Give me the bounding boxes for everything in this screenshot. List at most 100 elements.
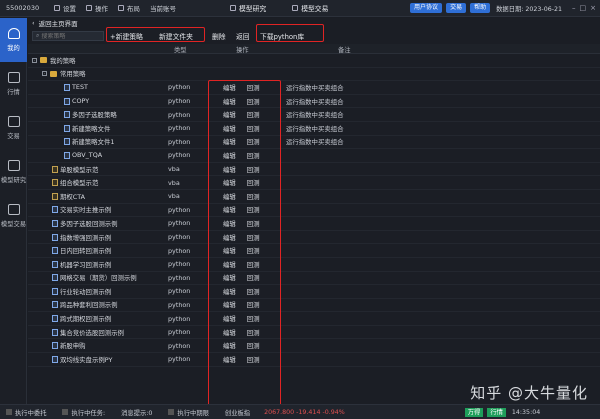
python-file-icon <box>64 138 70 146</box>
tree-root[interactable]: - 我的策略 <box>28 54 600 68</box>
nav-model-research[interactable]: 模型研究 <box>0 150 27 194</box>
trade-icon <box>292 5 299 11</box>
strategy-type: python <box>168 137 191 146</box>
strategy-row[interactable]: 期权CTA vba 编辑 回测 <box>28 190 600 204</box>
strategy-type: python <box>168 300 191 309</box>
search-input[interactable] <box>41 32 98 40</box>
left-nav: 我的 行情 交易 模型研究 模型交易 <box>0 18 27 404</box>
back-button[interactable]: 返回 <box>236 31 250 41</box>
strategy-row[interactable]: 交易实时主推示例 python 编辑 回测 <box>28 204 600 218</box>
col-type: 类型 <box>174 47 187 54</box>
strategy-row[interactable]: 机器学习回测示例 python 编辑 回测 <box>28 258 600 272</box>
vba-file-icon <box>52 192 58 200</box>
python-file-icon <box>52 274 58 282</box>
strategy-type: python <box>168 328 191 337</box>
col-action: 操作 <box>236 47 249 54</box>
new-folder-button[interactable]: 新建文件夹 <box>159 31 193 41</box>
strategy-row[interactable]: COPY python 编辑 回测 运行指数中买卖组合 <box>28 95 600 109</box>
strategy-name: 网格交易（期货）回测示例 <box>60 274 137 283</box>
orders-icon <box>6 409 12 415</box>
delete-button[interactable]: 删除 <box>212 31 226 41</box>
strategy-type: python <box>168 314 191 323</box>
tab-model-research[interactable]: 模型研究 <box>230 3 266 13</box>
strategy-row[interactable]: 行业轮动回测示例 python 编辑 回测 <box>28 285 600 299</box>
trade-button[interactable]: 交易 <box>446 3 467 13</box>
status-messages[interactable]: 消息提示:0 <box>121 408 152 417</box>
menu-account[interactable]: 当前账号 <box>150 3 176 13</box>
minimize-icon[interactable]: – <box>572 4 576 12</box>
strategy-name: COPY <box>72 97 90 106</box>
model-trade-icon <box>7 204 20 215</box>
strategy-row[interactable]: 指数增强回测示例 python 编辑 回测 <box>28 231 600 245</box>
strategy-name: 新建策略文件 <box>72 124 111 133</box>
menu-layout[interactable]: 布局 <box>118 3 140 13</box>
user-agreement-button[interactable]: 用户协议 <box>410 3 443 13</box>
index-name: 创业板指 <box>224 409 251 417</box>
strategy-row[interactable]: 组合模型示范 vba 编辑 回测 <box>28 176 600 190</box>
strategy-row[interactable]: 跨式期权回测示例 python 编辑 回测 <box>28 312 600 326</box>
strategy-row[interactable]: OBV_TQA python 编辑 回测 <box>28 149 600 163</box>
search-box[interactable]: ⌕ <box>32 31 104 41</box>
vba-file-icon <box>52 179 58 187</box>
strategy-type: python <box>168 260 191 269</box>
gear-icon <box>54 5 60 11</box>
watermark: 知乎 @大牛量化 <box>470 384 588 402</box>
strategy-name: TEST <box>72 83 88 92</box>
strategy-note: 运行指数中买卖组合 <box>286 124 344 133</box>
strategy-row[interactable]: 集合竞价选股回测示例 python 编辑 回测 <box>28 326 600 340</box>
top-bar: 55002030 设置 操作 布局 当前账号 模型研究 模型交易 用户协议 交易… <box>0 0 600 17</box>
status-terms[interactable]: 执行中期限 <box>168 408 209 417</box>
strategy-type: python <box>168 273 191 282</box>
col-note: 备注 <box>338 47 351 54</box>
strategy-row[interactable]: 多因子选股策略 python 编辑 回测 运行指数中买卖组合 <box>28 108 600 122</box>
status-orders[interactable]: 执行中委托 <box>6 408 46 417</box>
strategy-note: 运行指数中买卖组合 <box>286 138 344 147</box>
menu-settings[interactable]: 设置 <box>54 3 76 13</box>
download-python-lib-button[interactable]: 下载python库 <box>260 31 304 41</box>
python-file-icon <box>52 233 58 241</box>
strategy-row[interactable]: 双均线实盘示例PY python 编辑 回测 <box>28 353 600 367</box>
operate-icon <box>86 5 92 11</box>
strategy-type: python <box>168 219 191 228</box>
strategy-row[interactable]: 跨品种套利回测示例 python 编辑 回测 <box>28 299 600 313</box>
strategy-name: 组合模型示范 <box>60 179 99 188</box>
quote-tag[interactable]: 行情 <box>487 407 506 417</box>
status-tasks[interactable]: 执行中任务: <box>62 408 105 417</box>
strategy-name: 多因子选股策略 <box>72 111 117 120</box>
strategy-type: python <box>168 110 191 119</box>
strategy-row[interactable]: 新建策略文件1 python 编辑 回测 运行指数中买卖组合 <box>28 136 600 150</box>
index-quote: 2067.800 -19.414 -0.94% <box>264 408 345 416</box>
help-button[interactable]: 帮助 <box>470 3 491 13</box>
python-file-icon <box>64 97 70 105</box>
nav-market[interactable]: 行情 <box>0 62 27 106</box>
collapse-icon[interactable]: - <box>32 57 37 63</box>
strategy-note: 运行指数中买卖组合 <box>286 111 344 120</box>
tree-folder[interactable]: - 常用策略 <box>28 68 600 82</box>
table-header: 类型 操作 备注 <box>28 44 600 54</box>
strategy-name: 交易实时主推示例 <box>60 206 112 215</box>
vba-file-icon <box>52 165 58 173</box>
strategy-row[interactable]: 网格交易（期货）回测示例 python 编辑 回测 <box>28 272 600 286</box>
strategy-row[interactable]: 单股模型示范 vba 编辑 回测 <box>28 163 600 177</box>
strategy-row[interactable]: 新股申购 python 编辑 回测 <box>28 339 600 354</box>
tab-model-trade[interactable]: 模型交易 <box>292 3 328 13</box>
strategy-row[interactable]: 日内回转回测示例 python 编辑 回测 <box>28 244 600 258</box>
strategy-name: 指数增强回测示例 <box>60 233 112 242</box>
strategy-type: vba <box>168 192 180 201</box>
maximize-icon[interactable]: □ <box>580 4 587 12</box>
menu-operate[interactable]: 操作 <box>86 3 108 13</box>
python-file-icon <box>52 260 58 268</box>
wind-tag[interactable]: 万得 <box>464 407 484 417</box>
strategy-name: 行业轮动回测示例 <box>60 287 112 296</box>
strategy-row[interactable]: TEST python 编辑 回测 运行指数中买卖组合 <box>28 81 600 95</box>
collapse-icon[interactable]: - <box>42 71 47 77</box>
new-strategy-button[interactable]: +新建策略 <box>110 31 143 41</box>
nav-model-trade[interactable]: 模型交易 <box>0 194 27 238</box>
close-icon[interactable]: × <box>590 4 596 12</box>
strategy-row[interactable]: 多因子选股回测示例 python 编辑 回测 <box>28 217 600 231</box>
strategy-row[interactable]: 新建策略文件 python 编辑 回测 运行指数中买卖组合 <box>28 122 600 136</box>
nav-trade[interactable]: 交易 <box>0 106 27 150</box>
nav-mine[interactable]: 我的 <box>0 18 27 62</box>
python-file-icon <box>52 301 58 309</box>
folder-icon <box>40 57 47 64</box>
